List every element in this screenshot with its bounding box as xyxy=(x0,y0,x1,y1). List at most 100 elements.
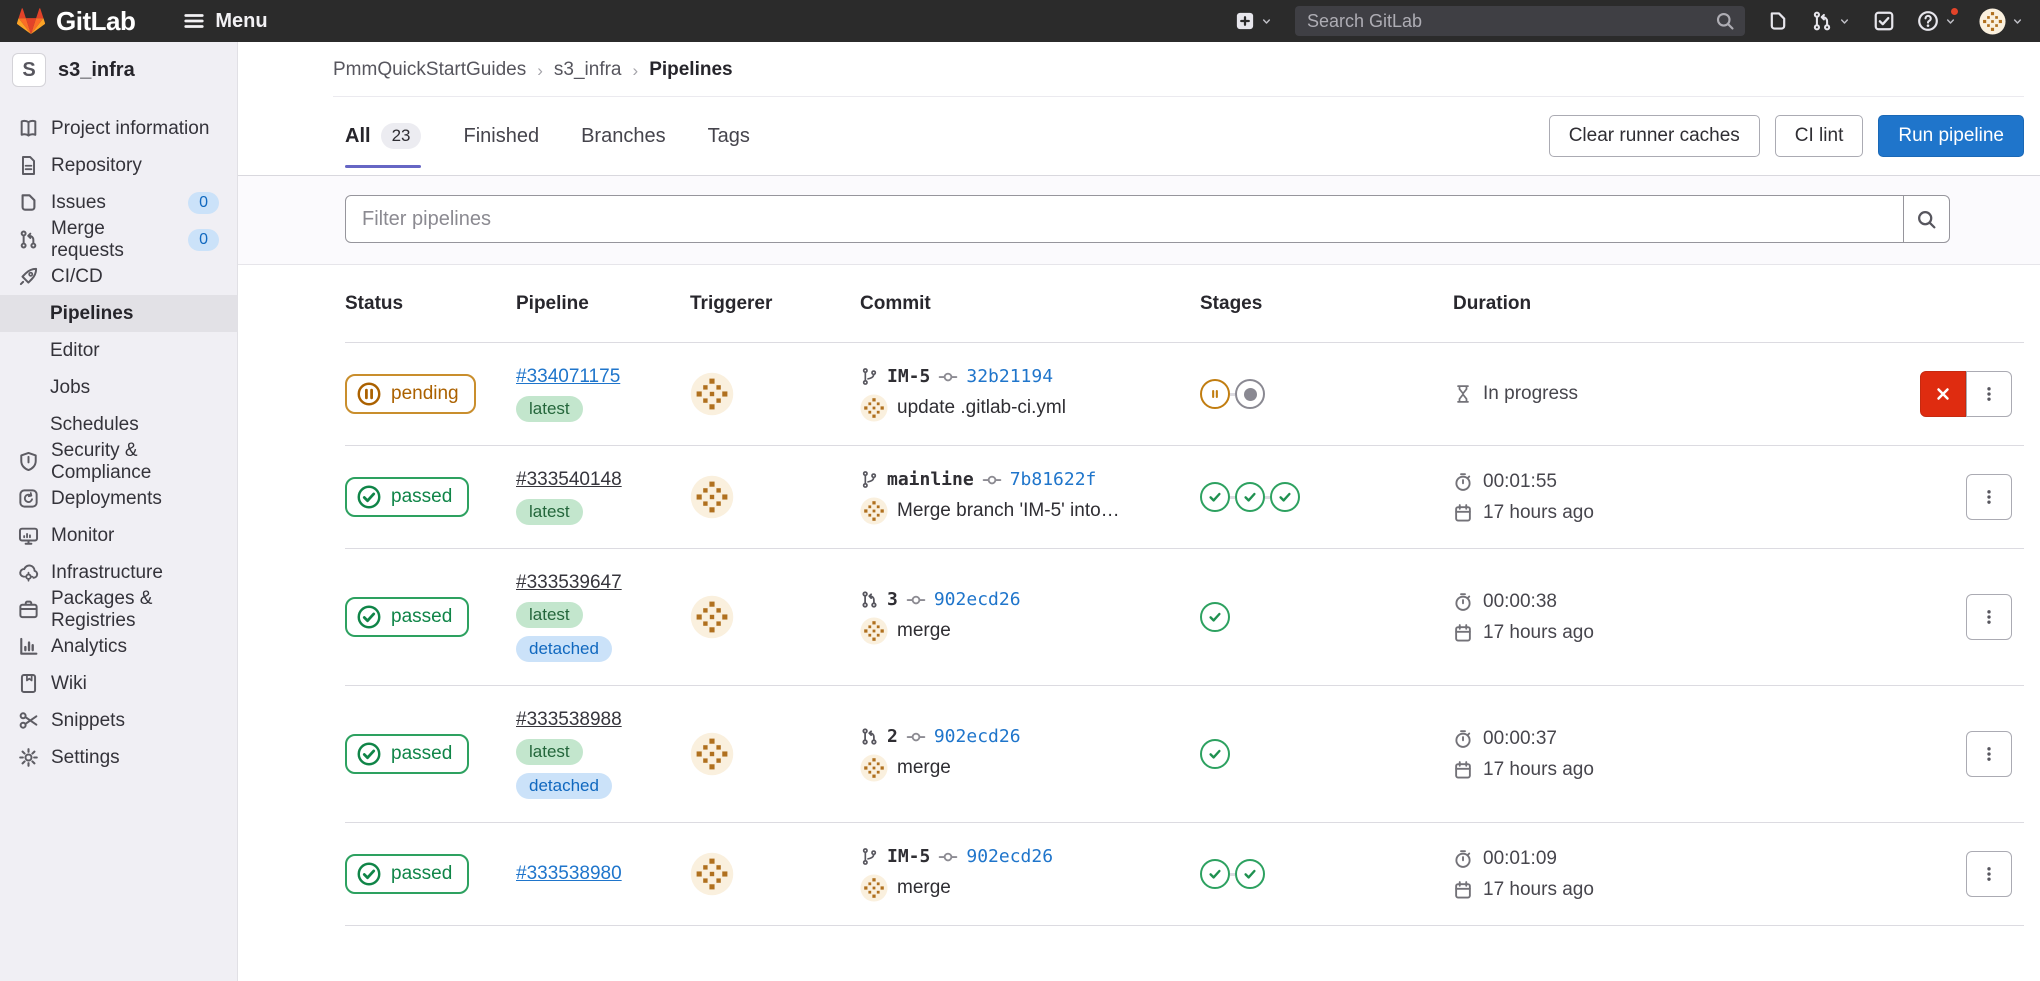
pipeline-id-link[interactable]: #334071175 xyxy=(516,366,620,388)
sidebar-item-security-compliance[interactable]: Security & Compliance xyxy=(0,443,237,480)
sidebar-item-packages-registries[interactable]: Packages & Registries xyxy=(0,591,237,628)
sidebar-item-label: Editor xyxy=(50,340,100,362)
sidebar-item-editor[interactable]: Editor xyxy=(0,332,237,369)
sidebar-item-project-information[interactable]: Project information xyxy=(0,110,237,147)
ci-lint-button[interactable]: CI lint xyxy=(1775,115,1864,157)
stage-passed-icon[interactable] xyxy=(1200,602,1230,632)
triggerer-avatar[interactable] xyxy=(690,475,734,519)
sidebar-item-snippets[interactable]: Snippets xyxy=(0,702,237,739)
merge-request-link[interactable]: 2 xyxy=(887,726,898,747)
committer-avatar xyxy=(860,497,888,525)
ref-link[interactable]: IM-5 xyxy=(887,846,930,867)
sidebar-item-jobs[interactable]: Jobs xyxy=(0,369,237,406)
sidebar-item-label: Pipelines xyxy=(50,303,133,325)
tab-all[interactable]: All 23 xyxy=(345,97,421,175)
sidebar-item-wiki[interactable]: Wiki xyxy=(0,665,237,702)
breadcrumb-project-link[interactable]: s3_infra xyxy=(554,59,622,81)
stage-passed-icon[interactable] xyxy=(1200,482,1230,512)
project-header[interactable]: S s3_infra xyxy=(0,42,237,98)
create-new-button[interactable] xyxy=(1235,11,1273,31)
triggerer-avatar[interactable] xyxy=(690,732,734,776)
sidebar-item-issues[interactable]: Issues 0 xyxy=(0,184,237,221)
tab-tags[interactable]: Tags xyxy=(708,97,750,175)
main-content: PmmQuickStartGuides › s3_infra › Pipelin… xyxy=(238,42,2040,981)
help-menu-button[interactable] xyxy=(1917,10,1957,32)
cancel-pipeline-button[interactable] xyxy=(1920,371,1966,417)
gitlab-home-link[interactable]: GitLab xyxy=(16,6,135,37)
sidebar-item-infrastructure[interactable]: Infrastructure xyxy=(0,554,237,591)
commit-message-link[interactable]: update .gitlab-ci.yml xyxy=(897,397,1066,419)
status-badge[interactable]: passed xyxy=(345,734,469,774)
ref-link[interactable]: IM-5 xyxy=(887,366,930,387)
commit-message-link[interactable]: Merge branch 'IM-5' into… xyxy=(897,500,1120,522)
filter-search-button[interactable] xyxy=(1903,195,1950,243)
tab-finished[interactable]: Finished xyxy=(463,97,539,175)
ref-link[interactable]: mainline xyxy=(887,469,974,490)
triggerer-avatar[interactable] xyxy=(690,852,734,896)
stage-passed-icon[interactable] xyxy=(1200,859,1230,889)
menu-button[interactable]: Menu xyxy=(183,10,267,33)
row-actions-kebab-button[interactable] xyxy=(1966,731,2012,777)
user-avatar xyxy=(1979,8,2006,35)
sidebar-item-cicd[interactable]: CI/CD xyxy=(0,258,237,295)
stage-passed-icon[interactable] xyxy=(1235,482,1265,512)
clear-runner-caches-button[interactable]: Clear runner caches xyxy=(1549,115,1760,157)
merge-requests-shortcut-button[interactable] xyxy=(1811,10,1851,32)
kebab-icon xyxy=(1980,608,1998,626)
commit-message-link[interactable]: merge xyxy=(897,877,951,899)
sidebar-item-label: Packages & Registries xyxy=(51,588,229,632)
row-actions-kebab-button[interactable] xyxy=(1966,371,2012,417)
stage-pending-icon[interactable] xyxy=(1200,379,1230,409)
sidebar-item-label: Repository xyxy=(51,155,142,177)
stage-created-icon[interactable] xyxy=(1235,379,1265,409)
pipeline-id-link[interactable]: #333538988 xyxy=(516,709,622,731)
stage-passed-icon[interactable] xyxy=(1270,482,1300,512)
run-pipeline-button[interactable]: Run pipeline xyxy=(1878,115,2024,157)
pipelines-table: Status Pipeline Triggerer Commit Stages … xyxy=(238,265,2040,926)
menu-label: Menu xyxy=(215,10,267,33)
tab-branches[interactable]: Branches xyxy=(581,97,666,175)
commit-sha-link[interactable]: 7b81622f xyxy=(1010,469,1097,490)
commit-message-link[interactable]: merge xyxy=(897,757,951,779)
filter-pipelines-input[interactable] xyxy=(345,195,1904,243)
merge-request-link[interactable]: 3 xyxy=(887,589,898,610)
sidebar-item-repository[interactable]: Repository xyxy=(0,147,237,184)
user-menu-button[interactable] xyxy=(1979,8,2024,35)
triggerer-avatar[interactable] xyxy=(690,372,734,416)
sidebar-item-deployments[interactable]: Deployments xyxy=(0,480,237,517)
commit-sha-link[interactable]: 902ecd26 xyxy=(966,846,1053,867)
pipeline-id-link[interactable]: #333538980 xyxy=(516,863,622,885)
status-badge[interactable]: passed xyxy=(345,597,469,637)
table-header-row: Status Pipeline Triggerer Commit Stages … xyxy=(345,265,2024,343)
cloud-gear-icon xyxy=(18,562,39,583)
commit-sha-link[interactable]: 32b21194 xyxy=(966,366,1053,387)
sidebar-item-schedules[interactable]: Schedules xyxy=(0,406,237,443)
sidebar-nav: Project information Repository Issues 0 … xyxy=(0,98,237,776)
status-badge[interactable]: pending xyxy=(345,374,476,414)
sidebar-item-settings[interactable]: Settings xyxy=(0,739,237,776)
committer-avatar xyxy=(860,754,888,782)
row-actions-kebab-button[interactable] xyxy=(1966,474,2012,520)
stage-passed-icon[interactable] xyxy=(1235,859,1265,889)
row-actions-kebab-button[interactable] xyxy=(1966,851,2012,897)
sidebar-item-merge-requests[interactable]: Merge requests 0 xyxy=(0,221,237,258)
sidebar-item-pipelines[interactable]: Pipelines xyxy=(0,295,237,332)
pipeline-id-link[interactable]: #333539647 xyxy=(516,572,622,594)
issues-shortcut-button[interactable] xyxy=(1767,10,1789,32)
sidebar-item-label: Infrastructure xyxy=(51,562,163,584)
todos-button[interactable] xyxy=(1873,10,1895,32)
row-actions-kebab-button[interactable] xyxy=(1966,594,2012,640)
duration-text: 00:01:09 xyxy=(1483,848,1557,870)
pipeline-id-link[interactable]: #333540148 xyxy=(516,469,622,491)
triggerer-avatar[interactable] xyxy=(690,595,734,639)
status-badge[interactable]: passed xyxy=(345,477,469,517)
commit-sha-link[interactable]: 902ecd26 xyxy=(934,726,1021,747)
global-search-input[interactable] xyxy=(1295,6,1745,36)
sidebar-item-monitor[interactable]: Monitor xyxy=(0,517,237,554)
sidebar-item-analytics[interactable]: Analytics xyxy=(0,628,237,665)
commit-sha-link[interactable]: 902ecd26 xyxy=(934,589,1021,610)
commit-message-link[interactable]: merge xyxy=(897,620,951,642)
status-badge[interactable]: passed xyxy=(345,854,469,894)
stage-passed-icon[interactable] xyxy=(1200,739,1230,769)
breadcrumb-group-link[interactable]: PmmQuickStartGuides xyxy=(333,59,526,81)
